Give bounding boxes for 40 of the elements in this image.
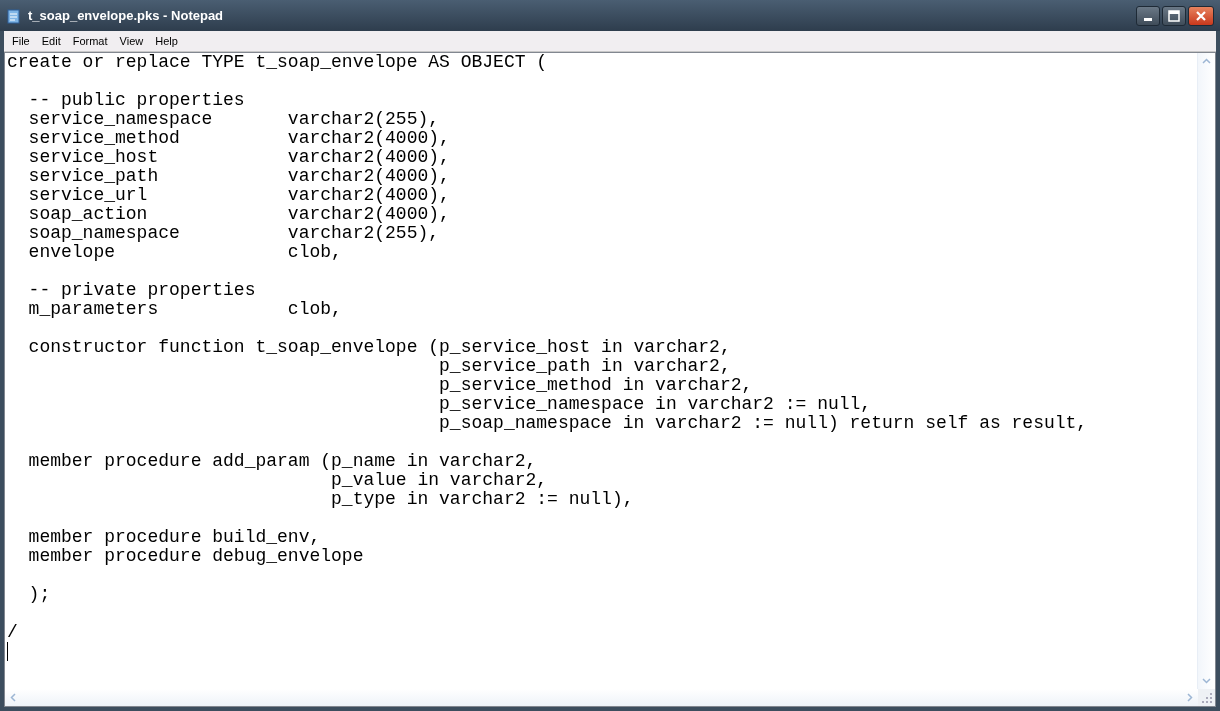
code-line: p_service_namespace in varchar2 := null, bbox=[438, 395, 873, 414]
code-line: p_type in varchar2 := null), bbox=[330, 490, 635, 509]
code-line: member procedure add_param (p_name in varchar2, bbox=[27, 452, 538, 471]
code-line: constructor function t_soap_envelope (p_service_host in varchar2, bbox=[27, 338, 732, 357]
code-line: service_url varchar2(4000), bbox=[27, 186, 451, 205]
code-line: service_namespace varchar2(255), bbox=[27, 110, 441, 129]
maximize-button[interactable] bbox=[1162, 5, 1186, 26]
code-line: soap_action varchar2(4000), bbox=[27, 205, 451, 224]
code-line: / bbox=[7, 623, 19, 642]
minimize-button[interactable] bbox=[1136, 5, 1160, 26]
horizontal-scrollbar[interactable] bbox=[5, 689, 1198, 706]
menu-item[interactable]: View bbox=[113, 35, 150, 47]
code-line: m_parameters clob, bbox=[27, 300, 343, 319]
menu-item[interactable]: Format bbox=[66, 35, 114, 47]
window-title: t_soap_envelope.pks - Notepad bbox=[28, 8, 225, 23]
resize-grip-icon[interactable] bbox=[1198, 689, 1215, 706]
minimize-icon bbox=[1144, 18, 1152, 21]
code-line: service_host varchar2(4000), bbox=[27, 148, 451, 167]
code-line: envelope clob, bbox=[27, 243, 343, 262]
menu-item[interactable]: Help bbox=[149, 35, 184, 47]
close-button[interactable] bbox=[1188, 5, 1214, 26]
code-line: -- private properties bbox=[27, 281, 257, 300]
maximize-icon bbox=[1168, 9, 1180, 22]
menu-item[interactable]: File bbox=[6, 35, 36, 47]
code-line: p_service_path in varchar2, bbox=[438, 357, 732, 376]
code-line: service_path varchar2(4000), bbox=[27, 167, 451, 186]
code-line: p_service_method in varchar2, bbox=[438, 376, 754, 395]
code-line: member procedure debug_envelope bbox=[27, 547, 365, 566]
code-line: service_method varchar2(4000), bbox=[27, 129, 451, 148]
code-line: p_value in varchar2, bbox=[330, 471, 549, 490]
code-line: p_soap_namespace in varchar2 := null) return self as result, bbox=[438, 414, 1089, 433]
code-line: member procedure build_env, bbox=[27, 528, 322, 547]
code-line: create or replace TYPE t_soap_envelope AS OBJECT ( bbox=[7, 53, 549, 72]
close-icon bbox=[1195, 9, 1207, 22]
code-line: -- public properties bbox=[27, 91, 246, 110]
notepad-icon bbox=[6, 7, 22, 24]
code-line: ); bbox=[27, 585, 52, 604]
text-caret bbox=[7, 642, 8, 661]
code-line: soap_namespace varchar2(255), bbox=[27, 224, 441, 243]
menu-item[interactable]: Edit bbox=[35, 35, 67, 47]
